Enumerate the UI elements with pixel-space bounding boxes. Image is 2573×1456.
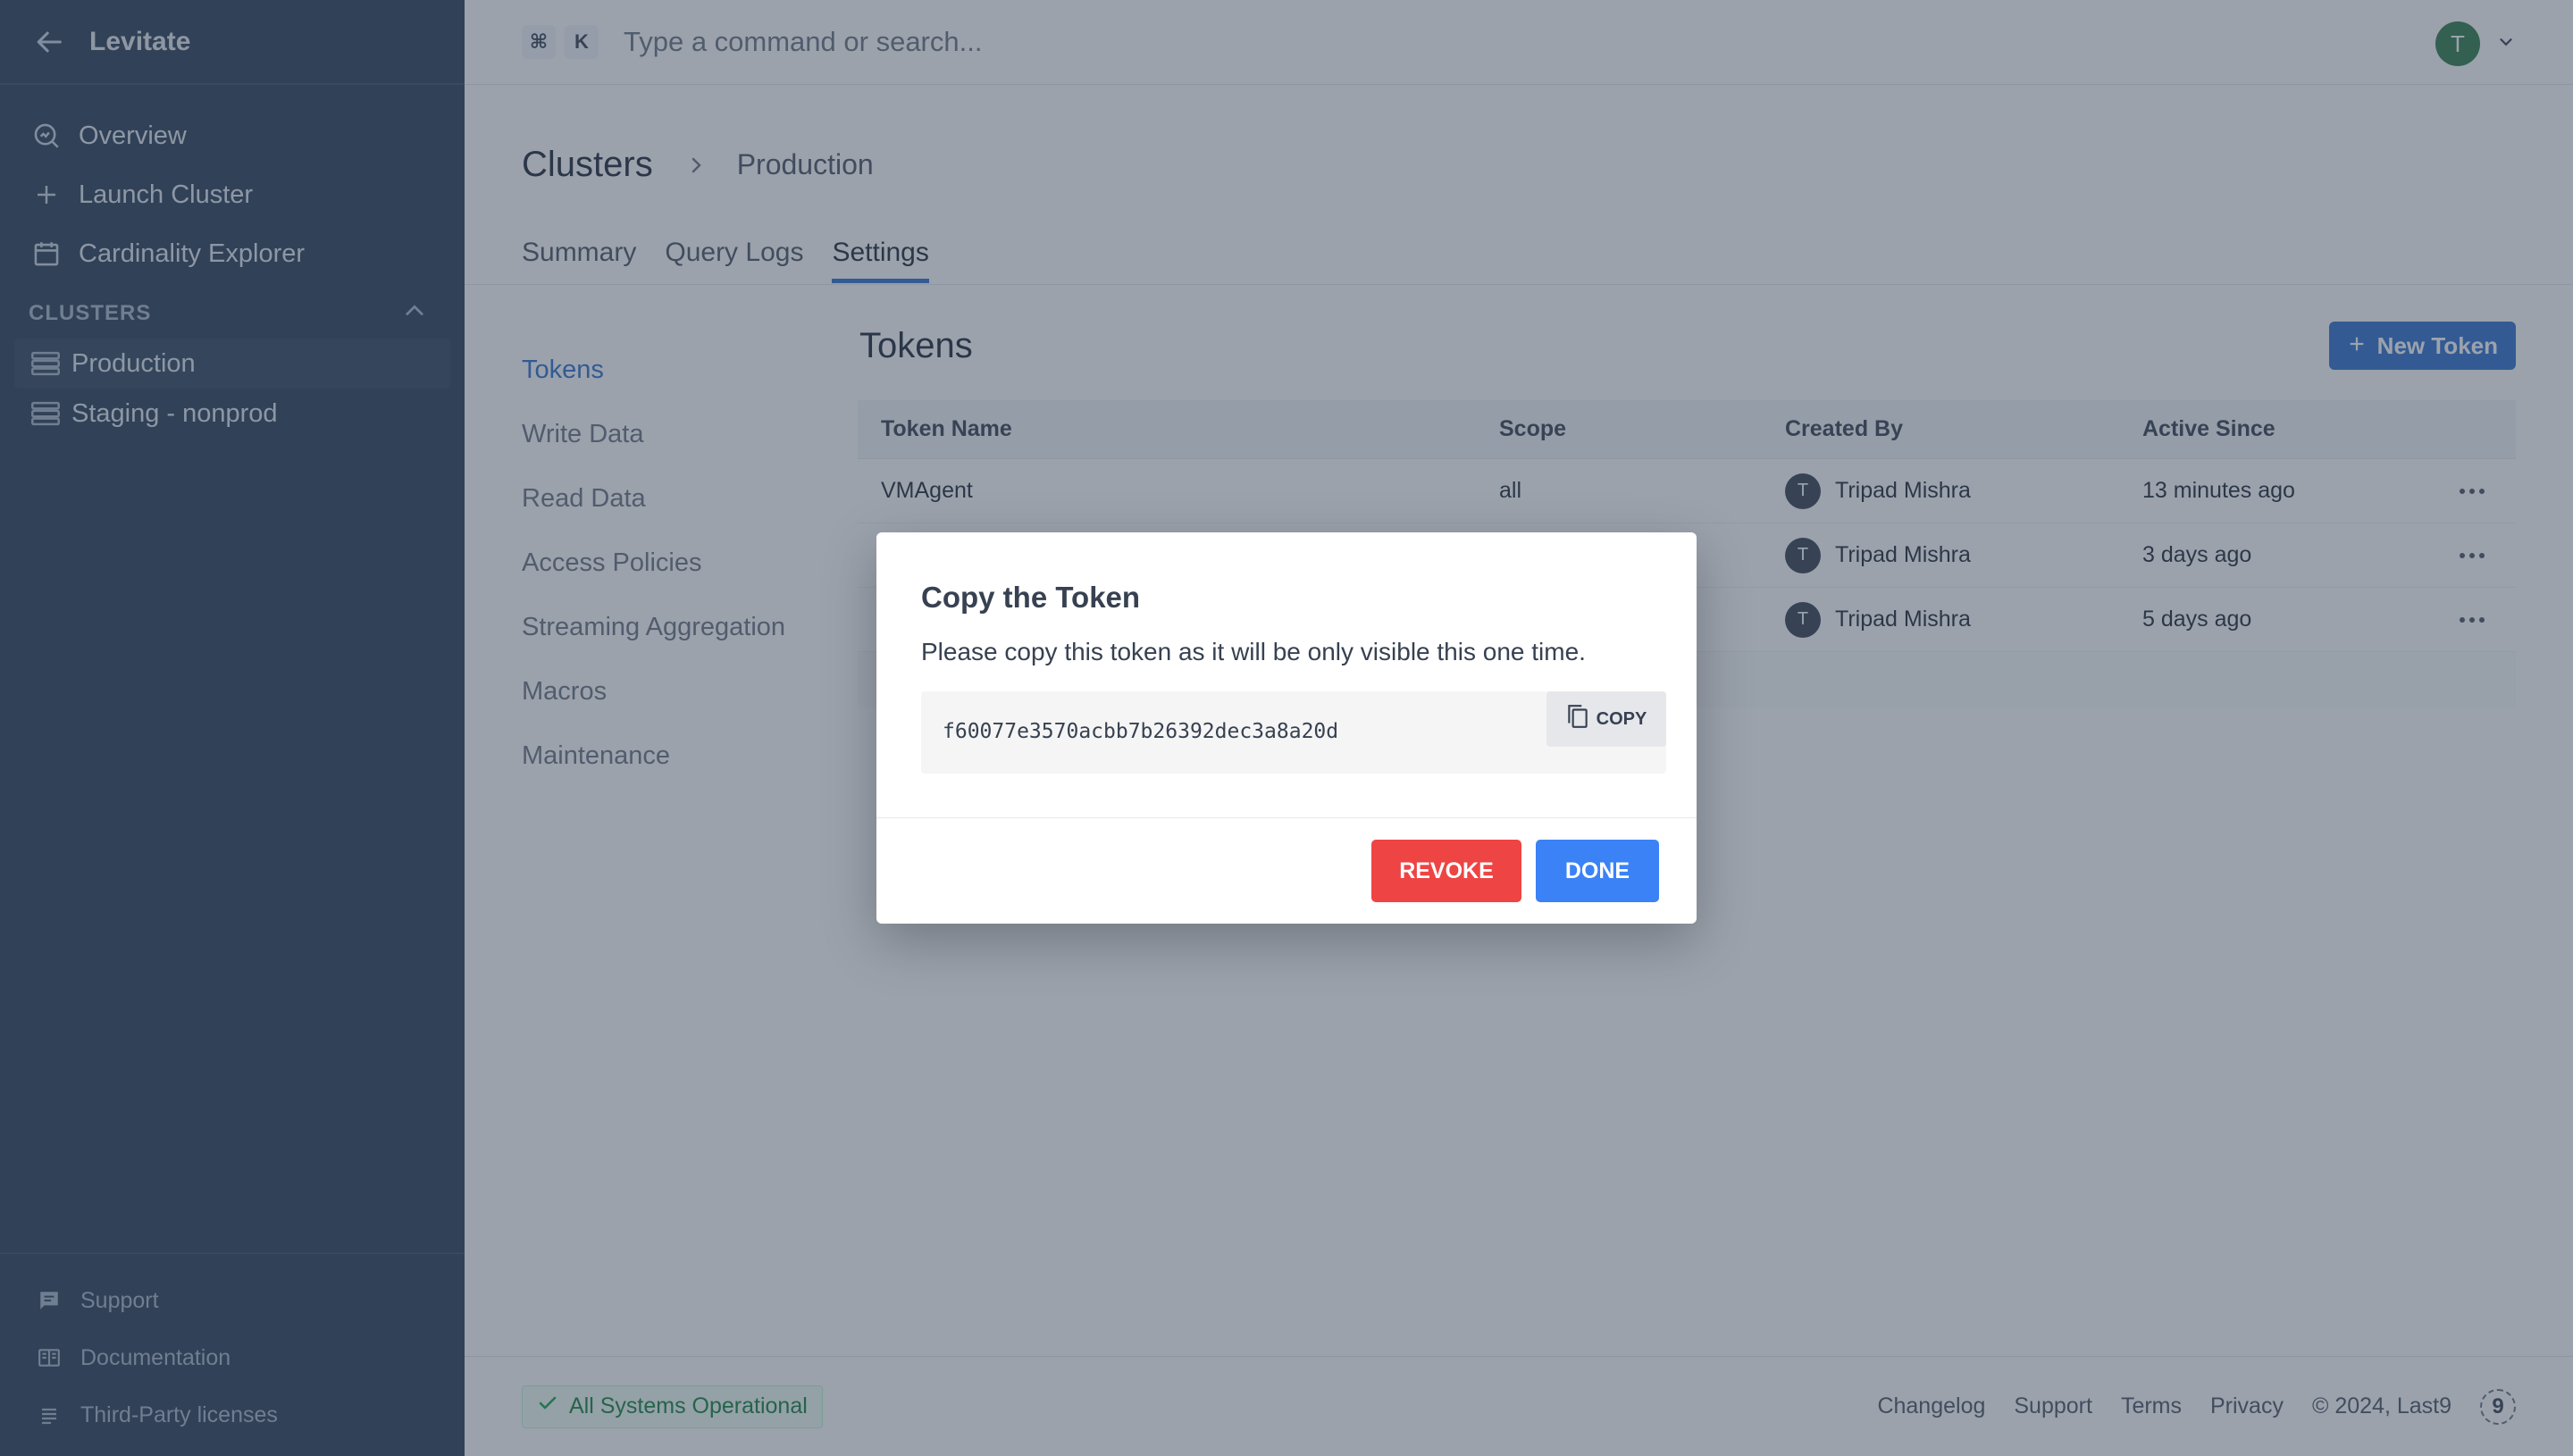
dialog-actions: REVOKE DONE [876,818,1697,924]
token-field: f60077e3570acbb7b26392dec3a8a20d COPY [921,691,1666,774]
done-button[interactable]: DONE [1536,840,1659,902]
dialog-title: Copy the Token [921,581,1141,614]
copy-icon [1566,703,1589,735]
revoke-button[interactable]: REVOKE [1371,840,1521,902]
copy-token-dialog: Copy the Token Please copy this token as… [876,532,1697,924]
copy-label: COPY [1596,708,1647,729]
copy-button[interactable]: COPY [1546,691,1666,747]
dialog-body: Copy the Token Please copy this token as… [876,532,1697,818]
token-value[interactable]: f60077e3570acbb7b26392dec3a8a20d [943,720,1338,743]
dialog-message: Please copy this token as it will be onl… [921,638,1586,665]
